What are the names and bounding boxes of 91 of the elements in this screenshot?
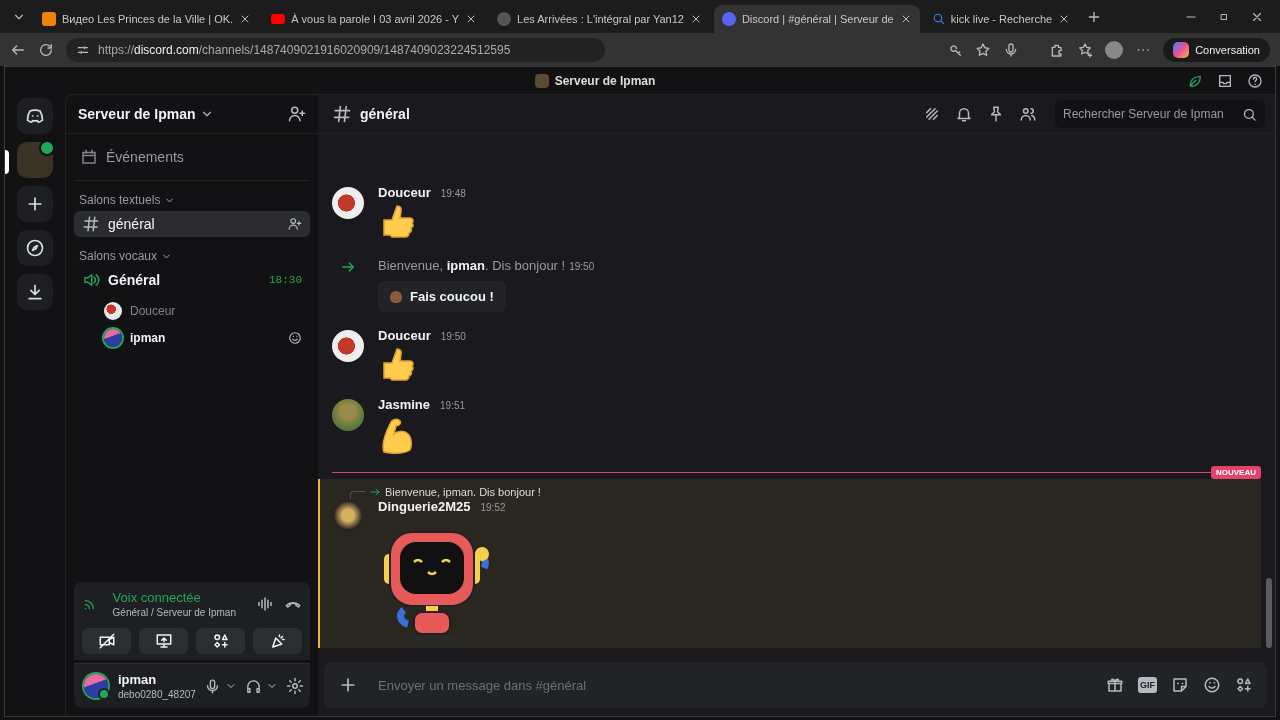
voice-channel-label[interactable]: Général / Serveur de Ipman — [112, 607, 236, 618]
timestamp: 19:48 — [440, 188, 466, 199]
screen-share-icon — [154, 632, 173, 650]
reload-icon[interactable] — [38, 41, 54, 58]
add-server-button[interactable] — [17, 186, 53, 222]
star-icon[interactable] — [975, 41, 992, 58]
wave-button[interactable]: Fais coucou ! — [378, 281, 506, 312]
channel-item[interactable]: Général 18:30 — [74, 267, 310, 293]
profile-avatar[interactable] — [1105, 40, 1124, 59]
scrollbar[interactable] — [1266, 578, 1272, 648]
soundwave-icon[interactable] — [256, 595, 274, 613]
server-icon — [534, 73, 549, 88]
new-messages-badge: NOUVEAU — [1211, 466, 1261, 479]
search-icon — [1242, 107, 1257, 122]
channel-title: général — [360, 106, 410, 122]
compass-button[interactable] — [17, 230, 53, 266]
join-arrow-icon — [340, 259, 356, 275]
arrow-icon — [369, 486, 381, 498]
headphones-icon[interactable] — [244, 677, 262, 695]
search-icon — [931, 12, 945, 25]
username: ipman — [118, 672, 158, 687]
window-title: Serveur de Ipman — [554, 73, 656, 88]
member-name[interactable]: ipman — [130, 330, 166, 345]
shapes-icon — [211, 632, 230, 650]
browser-tab[interactable]: kick live - Recherche — [923, 4, 1079, 33]
avatar — [84, 674, 108, 698]
favicon-icon — [497, 11, 512, 26]
search-field[interactable]: Rechercher Serveur de Ipman — [1055, 100, 1265, 128]
author-name[interactable]: Dinguerie2M25 — [378, 499, 471, 514]
soundboard-button[interactable] — [253, 628, 302, 654]
member-name[interactable]: Douceur — [130, 303, 176, 318]
timestamp: 19:52 — [480, 502, 506, 513]
gif-button[interactable]: GIF — [1138, 677, 1157, 693]
timestamp: 19:50 — [569, 261, 595, 272]
browser-tab[interactable]: Discord | #général | Serveur de — [713, 4, 920, 33]
copilot-logo-icon — [1173, 41, 1190, 58]
wave-icon — [390, 290, 402, 303]
server-icon[interactable] — [17, 142, 53, 178]
author-name[interactable]: Douceur — [378, 328, 431, 343]
threads-icon[interactable] — [923, 105, 941, 123]
sticker-icon[interactable] — [1171, 676, 1189, 694]
download-button[interactable] — [17, 274, 53, 310]
inbox-icon[interactable] — [1217, 72, 1233, 89]
discord-logo-button[interactable] — [17, 98, 53, 134]
camera-off-icon — [97, 632, 116, 650]
gift-icon[interactable] — [1106, 676, 1124, 694]
user-tag: debo0280_48207 — [118, 689, 196, 700]
reply-connector — [350, 491, 365, 499]
timestamp: 19:50 — [440, 331, 466, 342]
channel-item[interactable]: général — [74, 211, 310, 237]
voice-badge-icon — [39, 140, 55, 156]
activities-button[interactable] — [196, 628, 245, 654]
smiley-icon — [288, 330, 302, 345]
hash-icon — [332, 104, 352, 124]
author-name[interactable]: Jasmine — [378, 397, 431, 412]
camera-off-button[interactable] — [82, 628, 131, 654]
download-icon — [25, 282, 45, 302]
favorites-icon[interactable] — [1077, 41, 1094, 58]
message-input[interactable]: Envoyer un message dans #général GIF — [324, 662, 1267, 708]
help-icon[interactable] — [1247, 72, 1263, 89]
members-icon[interactable] — [1019, 105, 1037, 123]
invite-icon[interactable] — [288, 105, 306, 123]
timestamp: 19:51 — [440, 400, 466, 411]
browser-tab[interactable]: Les Arrivées : L'intégral par Yan12 — [489, 4, 710, 33]
settings-icon[interactable] — [285, 677, 304, 695]
bell-icon[interactable] — [955, 105, 973, 123]
discord-logo-icon — [25, 106, 45, 126]
hash-icon — [82, 215, 100, 233]
favicon-icon — [42, 11, 56, 26]
category-label[interactable]: Salons textuels — [79, 193, 161, 207]
browser-tab[interactable]: À vous la parole I 03 avril 2026 - Y — [263, 4, 486, 33]
screen-share-button[interactable] — [139, 628, 188, 654]
apps-icon[interactable] — [1235, 676, 1253, 694]
copilot-button[interactable]: Conversation — [1163, 37, 1270, 62]
events-link[interactable]: Événements — [106, 149, 184, 165]
avatar[interactable] — [332, 187, 364, 219]
discord-favicon-icon — [721, 11, 736, 26]
reply-preview[interactable]: Bienvenue, ipman. Dis bonjour ! — [385, 486, 541, 498]
calendar-icon — [80, 148, 98, 166]
avatar[interactable] — [332, 330, 364, 362]
category-label[interactable]: Salons vocaux — [79, 249, 158, 263]
voice-status[interactable]: Voix connectée — [112, 590, 236, 605]
system-message: Bienvenue, ipman. Dis bonjour ! — [378, 258, 566, 273]
author-name[interactable]: Douceur — [378, 185, 431, 200]
address-bar[interactable]: https://discord.com/channels/1487409021916020909/1487409023224512595 — [66, 37, 606, 62]
add-member-icon[interactable] — [288, 217, 302, 231]
speaker-icon — [82, 271, 100, 289]
emoji-icon[interactable] — [1203, 676, 1221, 694]
browser-tab[interactable]: Видео Les Princes de la Ville | OK. — [34, 4, 260, 33]
server-name[interactable]: Serveur de Ipman — [78, 106, 196, 122]
compass-icon — [25, 238, 45, 258]
